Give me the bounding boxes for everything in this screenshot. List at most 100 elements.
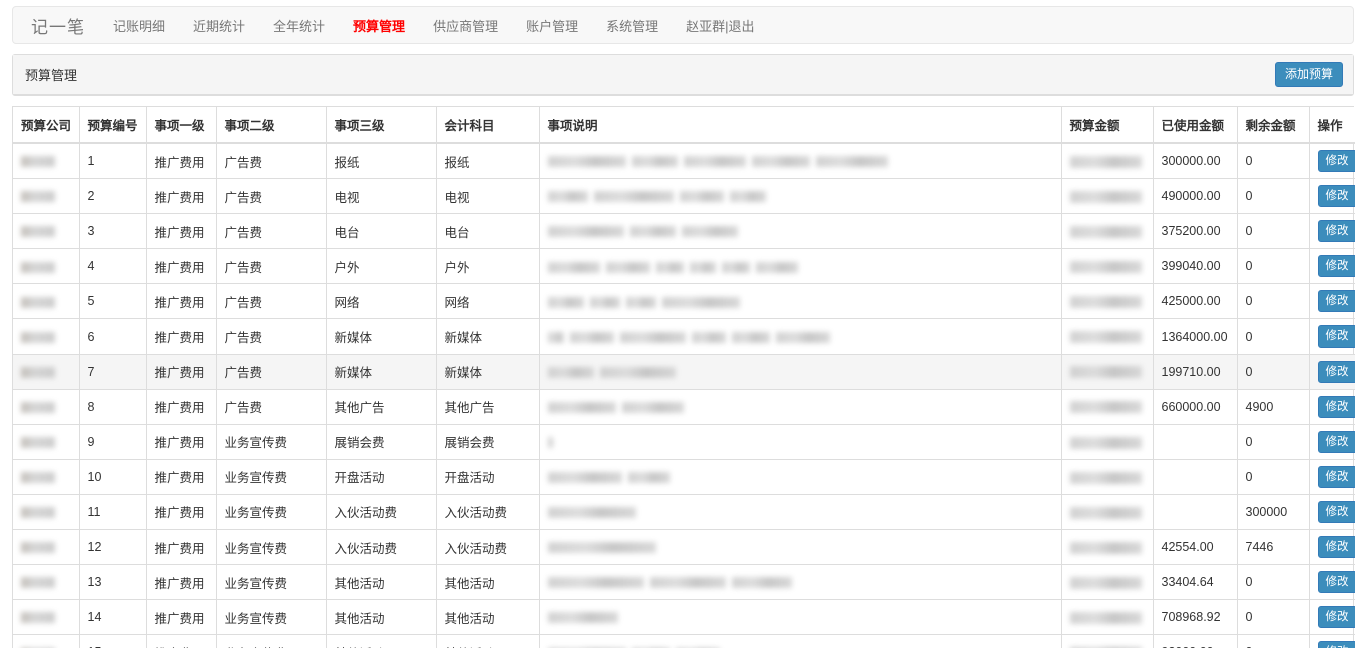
redacted-text	[1069, 296, 1142, 309]
cell-subject: 展销会费	[436, 424, 540, 460]
nav-item-0[interactable]: 记账明细	[99, 7, 179, 43]
redacted-text	[599, 366, 676, 378]
cell-budget-amount	[1061, 494, 1154, 531]
cell-action: 修改	[1309, 213, 1355, 250]
table-row[interactable]: 14 推广费用 业务宣传费 其他活动 其他活动 708968.92 0 修改	[13, 599, 1355, 636]
cell-description	[539, 529, 1062, 566]
cell-used-amount: 93000.00	[1153, 634, 1238, 648]
cell-action: 修改	[1309, 283, 1355, 320]
edit-button[interactable]: 修改	[1317, 220, 1355, 243]
edit-button[interactable]: 修改	[1317, 500, 1355, 524]
redacted-text	[547, 191, 588, 203]
table-row[interactable]: 3 推广费用 广告费 电台 电台 375200.00 0 修改	[13, 213, 1355, 250]
table-row[interactable]: 13 推广费用 业务宣传费 其他活动 其他活动 33404.64 0 修改	[13, 564, 1355, 601]
cell-action: 修改	[1309, 178, 1355, 215]
redacted-text	[547, 612, 618, 624]
cell-budget-no: 10	[79, 459, 147, 495]
table-row[interactable]: 9 推广费用 业务宣传费 展销会费 展销会费 0 修改	[13, 424, 1355, 460]
cell-level2: 业务宣传费	[216, 424, 327, 460]
table-row[interactable]: 2 推广费用 广告费 电视 电视 490000.00 0 修改	[13, 178, 1355, 215]
redacted-text	[683, 156, 746, 168]
redacted-text	[21, 226, 55, 238]
cell-used-amount: 33404.64	[1153, 564, 1238, 601]
redacted-text	[649, 577, 726, 589]
column-header-1: 预算编号	[79, 107, 147, 144]
cell-budget-amount	[1061, 178, 1154, 215]
edit-button[interactable]: 修改	[1317, 571, 1355, 594]
table-row[interactable]: 15推广费用业务宣传费其他活动其他活动93000.000修改	[13, 634, 1355, 648]
edit-button[interactable]: 修改	[1317, 150, 1355, 173]
add-budget-button[interactable]: 添加预算	[1274, 61, 1343, 88]
nav-item-2[interactable]: 全年统计	[259, 7, 339, 43]
redacted-text	[547, 296, 584, 308]
nav-item-5[interactable]: 账户管理	[512, 7, 592, 43]
table-row[interactable]: 6 推广费用 广告费 新媒体 新媒体 1364000.00 0 修改	[13, 318, 1355, 355]
table-row[interactable]: 1 推广费用 广告费 报纸 报纸 300000.00 0 修改	[13, 143, 1355, 180]
table-row[interactable]: 12 推广费用 业务宣传费 入伙活动费 入伙活动费 42554.00 7446 修改	[13, 529, 1355, 566]
nav-item-1[interactable]: 近期统计	[179, 7, 259, 43]
edit-button[interactable]: 修改	[1317, 465, 1355, 488]
redacted-text	[1069, 541, 1142, 554]
cell-used-amount: 490000.00	[1153, 178, 1238, 215]
cell-level2: 广告费	[216, 354, 327, 390]
cell-level2: 广告费	[216, 178, 327, 215]
cell-subject: 入伙活动费	[436, 494, 540, 531]
cell-level2: 广告费	[216, 143, 327, 180]
nav-item-7[interactable]: 赵亚群|退出	[672, 7, 768, 43]
cell-action: 修改	[1309, 494, 1355, 531]
cell-budget-amount	[1061, 213, 1154, 250]
table-row[interactable]: 7 推广费用 广告费 新媒体 新媒体 199710.00 0 修改	[13, 354, 1355, 390]
edit-button[interactable]: 修改	[1317, 395, 1355, 418]
cell-action: 修改	[1309, 424, 1355, 460]
edit-button[interactable]: 修改	[1317, 430, 1355, 453]
cell-description	[539, 564, 1062, 601]
nav-item-4[interactable]: 供应商管理	[419, 7, 512, 43]
redacted-text	[1069, 611, 1142, 624]
redacted-text	[755, 261, 798, 273]
edit-button[interactable]: 修改	[1317, 290, 1355, 313]
redacted-text	[1069, 190, 1142, 203]
table-row[interactable]: 11 推广费用 业务宣传费 入伙活动费 入伙活动费 300000 修改	[13, 494, 1355, 531]
redacted-text	[1069, 401, 1142, 414]
nav-brand[interactable]: 记一笔	[13, 7, 99, 43]
cell-budget-no: 5	[79, 283, 147, 320]
cell-level2: 广告费	[216, 318, 327, 355]
cell-used-amount: 708968.92	[1153, 599, 1238, 636]
edit-button[interactable]: 修改	[1317, 641, 1355, 648]
redacted-text	[593, 191, 674, 203]
cell-remaining-amount: 4900	[1237, 389, 1310, 425]
edit-button[interactable]: 修改	[1317, 606, 1355, 629]
cell-subject: 开盘活动	[436, 459, 540, 495]
cell-subject: 网络	[436, 283, 540, 320]
nav-item-6[interactable]: 系统管理	[592, 7, 672, 43]
cell-remaining-amount: 0	[1237, 599, 1310, 636]
edit-button[interactable]: 修改	[1317, 185, 1355, 208]
column-header-7: 预算金额	[1061, 107, 1154, 144]
cell-used-amount: 199710.00	[1153, 354, 1238, 390]
cell-budget-amount	[1061, 529, 1154, 566]
cell-remaining-amount: 300000	[1237, 494, 1310, 531]
redacted-text	[619, 331, 686, 343]
cell-subject: 户外	[436, 248, 540, 285]
redacted-text	[1069, 261, 1142, 274]
edit-button[interactable]: 修改	[1317, 255, 1355, 278]
edit-button[interactable]: 修改	[1317, 536, 1355, 559]
column-header-8: 已使用金额	[1153, 107, 1238, 144]
redacted-text	[1069, 331, 1142, 344]
nav-item-3[interactable]: 预算管理	[339, 7, 419, 43]
cell-remaining-amount: 0	[1237, 283, 1310, 320]
table-row[interactable]: 8 推广费用 广告费 其他广告 其他广告 660000.00 4900 修改	[13, 389, 1355, 425]
cell-company	[13, 354, 80, 390]
table-row[interactable]: 4 推广费用 广告费 户外 户外 399040.00 0 修改	[13, 248, 1355, 285]
table-row[interactable]: 5 推广费用 广告费 网络 网络 425000.00 0 修改	[13, 283, 1355, 320]
cell-level3: 网络	[326, 283, 437, 320]
cell-budget-no: 12	[79, 529, 147, 566]
cell-level3: 其他活动	[326, 634, 437, 648]
table-row[interactable]: 10 推广费用 业务宣传费 开盘活动 开盘活动 0 修改	[13, 459, 1355, 495]
edit-button[interactable]: 修改	[1317, 325, 1355, 348]
cell-budget-no: 3	[79, 213, 147, 250]
redacted-text	[21, 612, 55, 624]
cell-budget-amount	[1061, 634, 1154, 648]
cell-subject: 其他活动	[436, 634, 540, 648]
edit-button[interactable]: 修改	[1317, 360, 1355, 383]
